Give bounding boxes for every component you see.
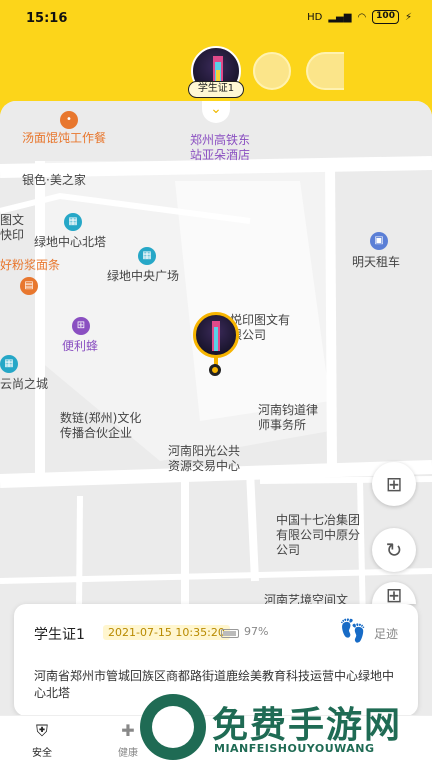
tab-safety-label: 安全 xyxy=(32,748,52,759)
device-avatar-2[interactable] xyxy=(253,52,291,90)
watermark-subtitle: MIANFEISHOUYOUWANG xyxy=(214,742,375,755)
device-location-marker[interactable] xyxy=(193,312,239,358)
battery-level-icon xyxy=(221,629,239,638)
poi-junyi[interactable]: 河南钧道律师事务所 xyxy=(258,403,324,433)
building-pin-icon: ▦ xyxy=(0,355,18,373)
health-icon: ✚ xyxy=(121,721,135,740)
wifi-icon: ◠ xyxy=(357,11,367,23)
building-pin-icon: ▦ xyxy=(64,213,82,231)
tab-health-label: 健康 xyxy=(118,748,138,759)
poi-zhongye[interactable]: 中国十七冶集团有限公司中原分公司 xyxy=(276,513,366,558)
poi-zhengzhou-hotel[interactable]: 郑州高铁东站亚朵酒店 xyxy=(190,133,256,163)
refresh-button[interactable]: ↻ xyxy=(372,528,416,572)
fence-icon: ⊞ xyxy=(385,472,403,496)
refresh-icon: ↻ xyxy=(385,538,403,562)
building-pin-icon: ▦ xyxy=(138,247,156,265)
poi-lvdi-north[interactable]: 绿地中心北塔 xyxy=(34,235,106,250)
battery-level: 97% xyxy=(244,625,269,638)
food-pin-icon: ▤ xyxy=(20,277,38,295)
poi-yunshang[interactable]: 云尚之城 xyxy=(0,377,48,392)
device-avatar-strip: 学生证1 xyxy=(0,38,432,100)
poi-mingtian[interactable]: 明天租车 xyxy=(352,255,400,270)
poi-lvdi-plaza[interactable]: 绿地中央广场 xyxy=(107,269,179,284)
status-icons: HD ▂▄▆ ◠ 100 ⚡ xyxy=(307,10,412,24)
location-time-badge: 2021-07-15 10:35:20 xyxy=(103,625,230,640)
poi-yangguang[interactable]: 河南阳光公共资源交易中心 xyxy=(168,444,246,474)
status-bar: 15:16 HD ▂▄▆ ◠ 100 ⚡ xyxy=(0,0,432,38)
device-avatar-3[interactable] xyxy=(306,52,344,90)
watermark-overlay: 免费手游网 MIANFEISHOUYOUWANG xyxy=(140,690,430,768)
charging-icon: ⚡ xyxy=(404,11,412,23)
poi-bianlifeng[interactable]: 便利蜂 xyxy=(62,339,98,354)
poi-fenjiang[interactable]: 好粉浆面条 xyxy=(0,258,60,273)
poi-yueyin[interactable]: 悦印图文有限公司 xyxy=(230,313,290,343)
status-time: 15:16 xyxy=(26,11,68,26)
shop-pin-icon: ⊞ xyxy=(72,317,90,335)
signal-icon: HD xyxy=(307,11,323,23)
tab-safety[interactable]: ⛨ 安全 xyxy=(12,720,72,759)
marker-dot xyxy=(209,364,221,376)
watermark-title: 免费手游网 xyxy=(212,705,403,746)
shield-plus-icon: ⛨ xyxy=(35,721,48,740)
device-avatar-label: 学生证1 xyxy=(188,81,244,98)
watermark-logo-icon xyxy=(140,694,206,760)
poi-tangmian[interactable]: 汤面馄饨工作餐 xyxy=(22,131,106,146)
map-view[interactable]: ⌄ • 汤面馄饨工作餐 郑州高铁东站亚朵酒店 银色·美之家 图文快印 ▦ 绿地中… xyxy=(0,101,432,768)
car-pin-icon: ▣ xyxy=(370,232,388,250)
battery-icon: 100 xyxy=(372,10,399,24)
device-name: 学生证1 xyxy=(34,627,85,643)
poi-yinse[interactable]: 银色·美之家 xyxy=(22,173,86,188)
cellular-icon: ▂▄▆ xyxy=(328,11,352,23)
poi-tuwen[interactable]: 图文快印 xyxy=(0,213,24,243)
footprint-icon[interactable]: 👣 xyxy=(339,619,366,644)
footprint-link[interactable]: 足迹 xyxy=(374,625,398,642)
poi-shulian[interactable]: 数链(郑州)文化传播合伙企业 xyxy=(60,411,150,441)
fence-button[interactable]: ⊞ xyxy=(372,462,416,506)
tower-image-icon xyxy=(212,321,220,351)
restaurant-pin-icon: • xyxy=(60,111,78,129)
